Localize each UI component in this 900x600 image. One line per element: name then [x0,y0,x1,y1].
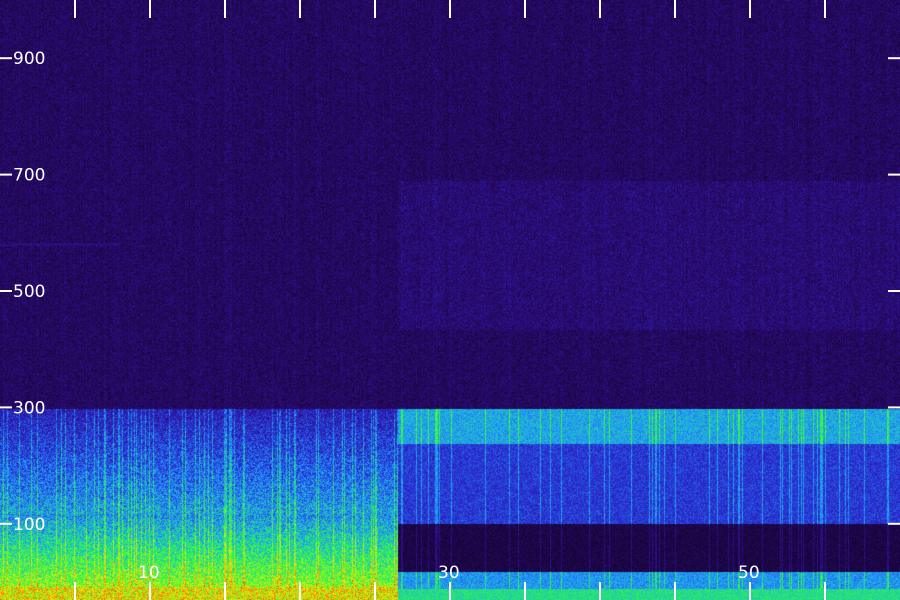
x-tick-label: 10 [138,563,160,583]
y-ticks-right [888,57,900,525]
axes-overlay: 100 300 500 700 900 10 30 50 [0,0,900,600]
x-tick-labels: 10 30 50 [138,563,760,583]
y-ticks-left [0,57,12,525]
y-tick-labels: 100 300 500 700 900 [13,49,45,535]
y-tick-label: 100 [13,515,45,535]
x-tick-label: 30 [438,563,460,583]
x-ticks-top [74,0,826,18]
y-tick-label: 300 [13,398,45,418]
x-tick-label: 50 [738,563,760,583]
y-tick-label: 900 [13,49,45,69]
x-ticks-bottom [74,582,826,600]
y-tick-label: 700 [13,166,45,186]
y-tick-label: 500 [13,282,45,302]
